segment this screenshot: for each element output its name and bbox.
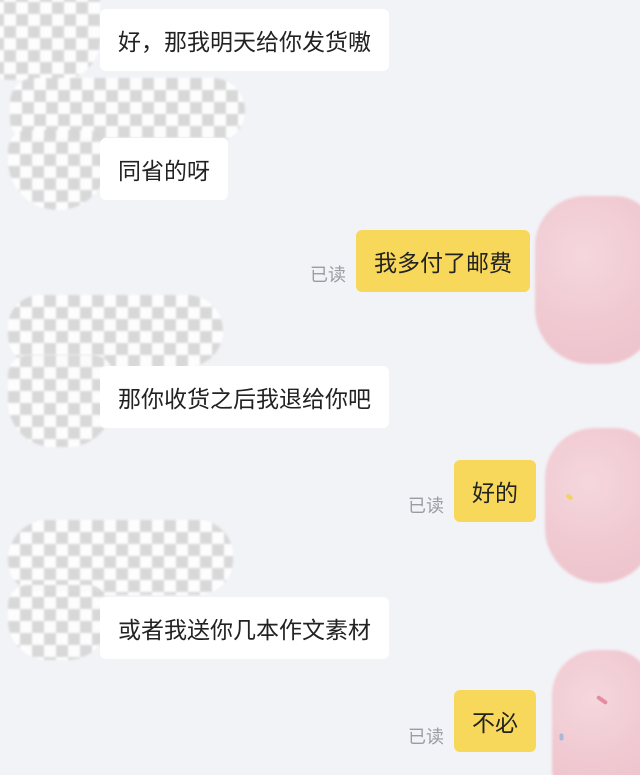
my-avatar-icon: [545, 428, 640, 583]
redacted-avatar-icon: [0, 0, 100, 80]
outgoing-message-bubble[interactable]: 不必: [454, 690, 536, 752]
read-receipt: 已读: [408, 727, 444, 748]
chat-screen: 好，那我明天给你发货嗷 同省的呀 已读 我多付了邮费 那你收货之后我退给你吧 已…: [0, 0, 640, 775]
incoming-message-bubble[interactable]: 那你收货之后我退给你吧: [100, 366, 389, 428]
incoming-message-bubble[interactable]: 或者我送你几本作文素材: [100, 597, 389, 659]
read-receipt: 已读: [310, 265, 346, 286]
redacted-avatar-icon: [8, 355, 113, 447]
read-receipt: 已读: [408, 496, 444, 517]
redacted-avatar-icon: [8, 130, 108, 210]
redacted-avatar-icon: [8, 585, 108, 660]
outgoing-message-bubble[interactable]: 我多付了邮费: [356, 230, 530, 292]
my-avatar-icon: [535, 196, 640, 364]
incoming-message-bubble[interactable]: 好，那我明天给你发货嗷: [100, 9, 389, 71]
outgoing-message-bubble[interactable]: 好的: [454, 460, 536, 522]
decorative-speck-icon: [559, 733, 564, 741]
incoming-message-bubble[interactable]: 同省的呀: [100, 138, 228, 200]
redacted-avatar-icon: [8, 520, 233, 595]
my-avatar-icon: [552, 650, 640, 775]
